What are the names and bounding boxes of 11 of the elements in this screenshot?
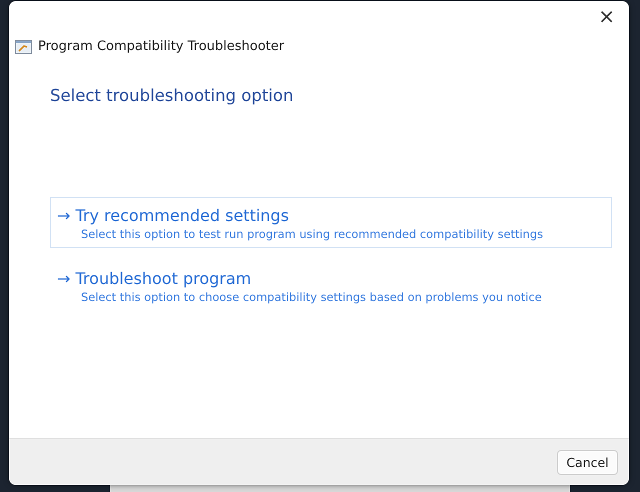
option-link[interactable]: → Try recommended settings Select this option to test run program using recommended compatibility settings (50, 197, 612, 248)
option-description: Select this option to test run program using recommended compatibility settings (80, 227, 544, 241)
option-title: → Troubleshoot program (57, 269, 252, 288)
close-button[interactable]: × (594, 5, 619, 27)
option-link[interactable]: → Troubleshoot program Select this option to choose compatibility settings based on problems you notice (50, 260, 612, 311)
option-title: → Try recommended settings (57, 206, 290, 225)
option-description: Select this option to choose compatibility settings based on problems you notice (80, 290, 543, 304)
program-window-icon (15, 40, 32, 54)
window-title: Program Compatibility Troubleshooter (38, 39, 284, 54)
cancel-button[interactable]: Cancel (557, 450, 618, 474)
page-heading: Select troubleshooting option (50, 86, 294, 105)
